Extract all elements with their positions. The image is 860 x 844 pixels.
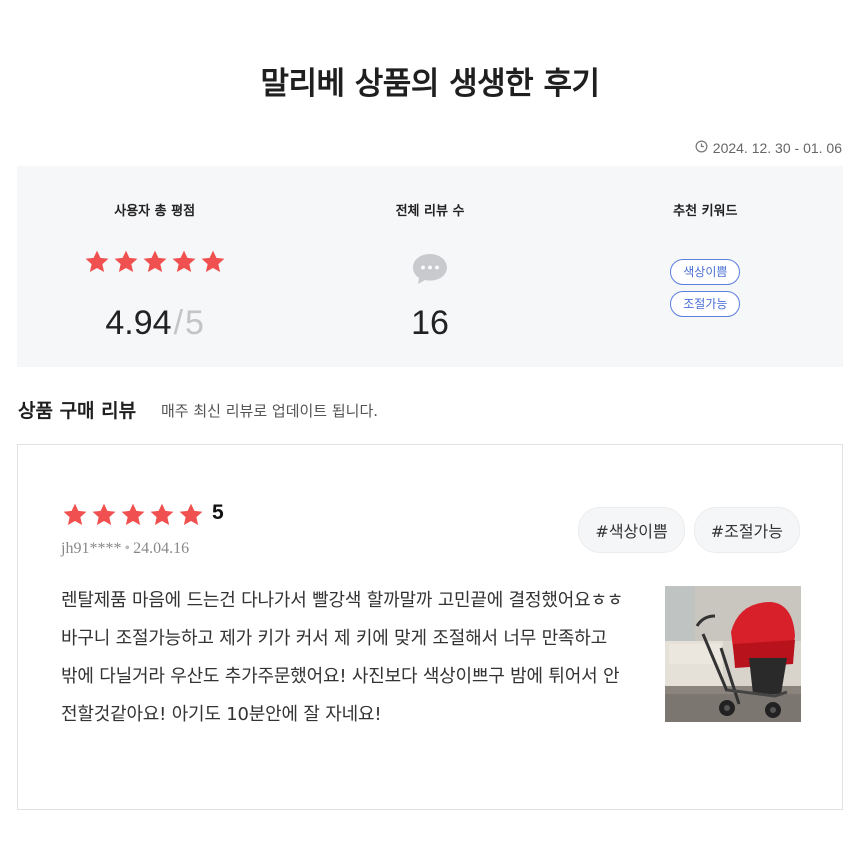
star-icon <box>119 501 147 533</box>
keyword-list: 색상이쁨 조절가능 <box>568 259 843 317</box>
keywords-label: 추천 키워드 <box>673 204 738 219</box>
summary-stars <box>17 248 292 280</box>
star-icon <box>112 248 140 280</box>
star-icon <box>83 248 111 280</box>
star-icon <box>148 501 176 533</box>
review-tags: #색상이쁨 #조절가능 <box>578 507 800 553</box>
review-photo[interactable] <box>665 586 801 722</box>
stroller-photo <box>665 586 801 722</box>
section-subtitle: 매주 최신 리뷰로 업데이트 됩니다. <box>161 402 379 420</box>
star-icon <box>199 248 227 280</box>
keyword-chip[interactable]: 색상이쁨 <box>670 259 741 285</box>
date-range: 2024. 12. 30 - 01. 06 <box>695 140 842 156</box>
star-icon <box>177 501 205 533</box>
keywords-column: 추천 키워드 색상이쁨 조절가능 <box>568 166 843 367</box>
review-meta: jh91**** • 24.04.16 <box>61 540 189 558</box>
rating-summary-panel: 사용자 총 평점 4.94/5 전체 리뷰 수 16 추천 키워드 색상이쁨 조… <box>17 166 843 367</box>
rating-max: 5 <box>185 304 204 342</box>
review-score: 5 <box>212 501 224 524</box>
review-count-label: 전체 리뷰 수 <box>395 204 465 219</box>
review-tag[interactable]: #색상이쁨 <box>578 507 685 553</box>
review-card: 5 jh91**** • 24.04.16 #색상이쁨 #조절가능 렌탈제품 마음에… <box>17 444 843 810</box>
total-rating-score: 4.94/5 <box>17 304 292 343</box>
rating-slash: / <box>173 304 184 342</box>
star-icon <box>61 501 89 533</box>
review-body: 렌탈제품 마음에 드는건 다나가서 빨강색 할까말까 고민끝에 결정했어요ㅎㅎ … <box>61 590 624 725</box>
review-count-value: 16 <box>411 304 449 342</box>
chat-bubble-icon <box>411 252 449 290</box>
star-icon <box>90 501 118 533</box>
review-user: jh91**** <box>61 540 122 557</box>
meta-separator: • <box>124 540 131 557</box>
page-title: 말리베 상품의 생생한 후기 <box>260 66 600 102</box>
section-title: 상품 구매 리뷰 <box>18 400 137 422</box>
keyword-chip[interactable]: 조절가능 <box>670 291 741 317</box>
review-date: 24.04.16 <box>133 540 190 557</box>
total-rating-label: 사용자 총 평점 <box>114 204 196 219</box>
date-range-text: 2024. 12. 30 - 01. 06 <box>712 140 842 156</box>
clock-icon <box>695 140 708 156</box>
review-stars <box>61 501 205 533</box>
star-icon <box>170 248 198 280</box>
review-count-column: 전체 리뷰 수 16 <box>292 166 567 367</box>
star-icon <box>141 248 169 280</box>
rating-value: 4.94 <box>105 304 172 342</box>
total-rating-column: 사용자 총 평점 4.94/5 <box>17 166 292 367</box>
review-tag[interactable]: #조절가능 <box>693 507 800 553</box>
